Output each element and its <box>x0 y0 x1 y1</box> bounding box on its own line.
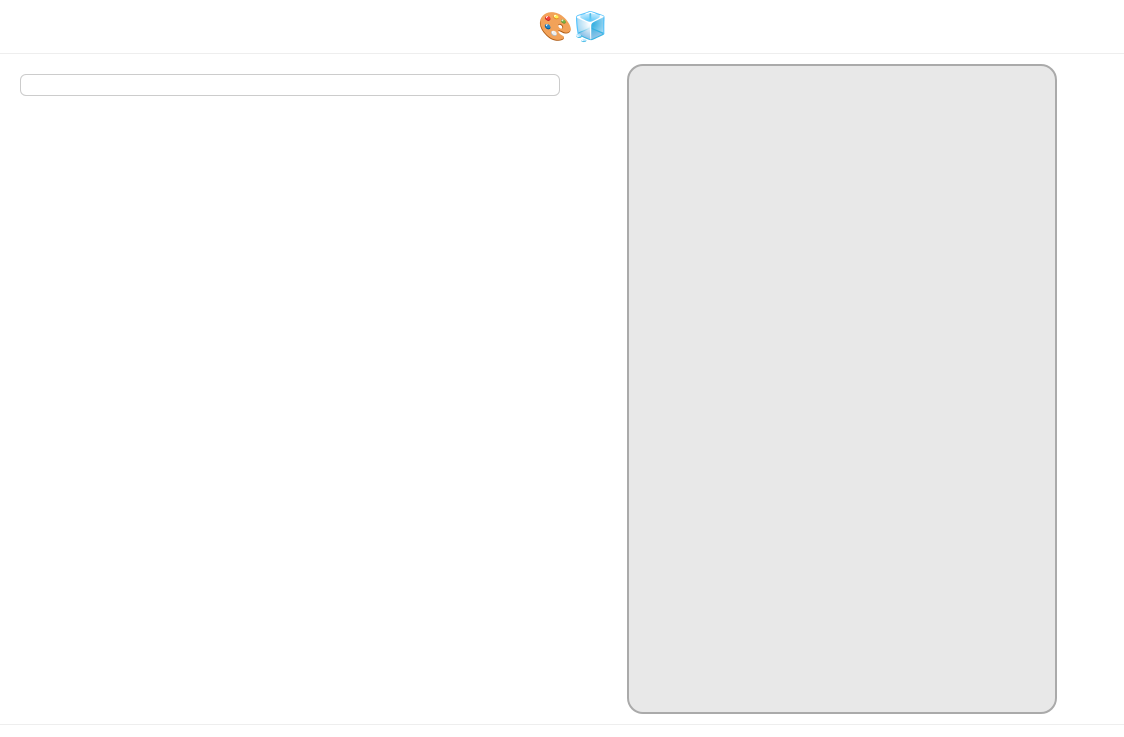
header: 🎨🧊 <box>0 0 1124 54</box>
right-panel <box>580 64 1104 714</box>
main-content <box>0 54 1124 724</box>
logo-icon: 🎨🧊 <box>538 10 608 43</box>
left-panel <box>20 64 560 714</box>
logo: 🎨🧊 <box>516 10 608 43</box>
info-box <box>20 74 560 96</box>
pattern-preview <box>627 64 1057 714</box>
footer <box>0 724 1124 737</box>
